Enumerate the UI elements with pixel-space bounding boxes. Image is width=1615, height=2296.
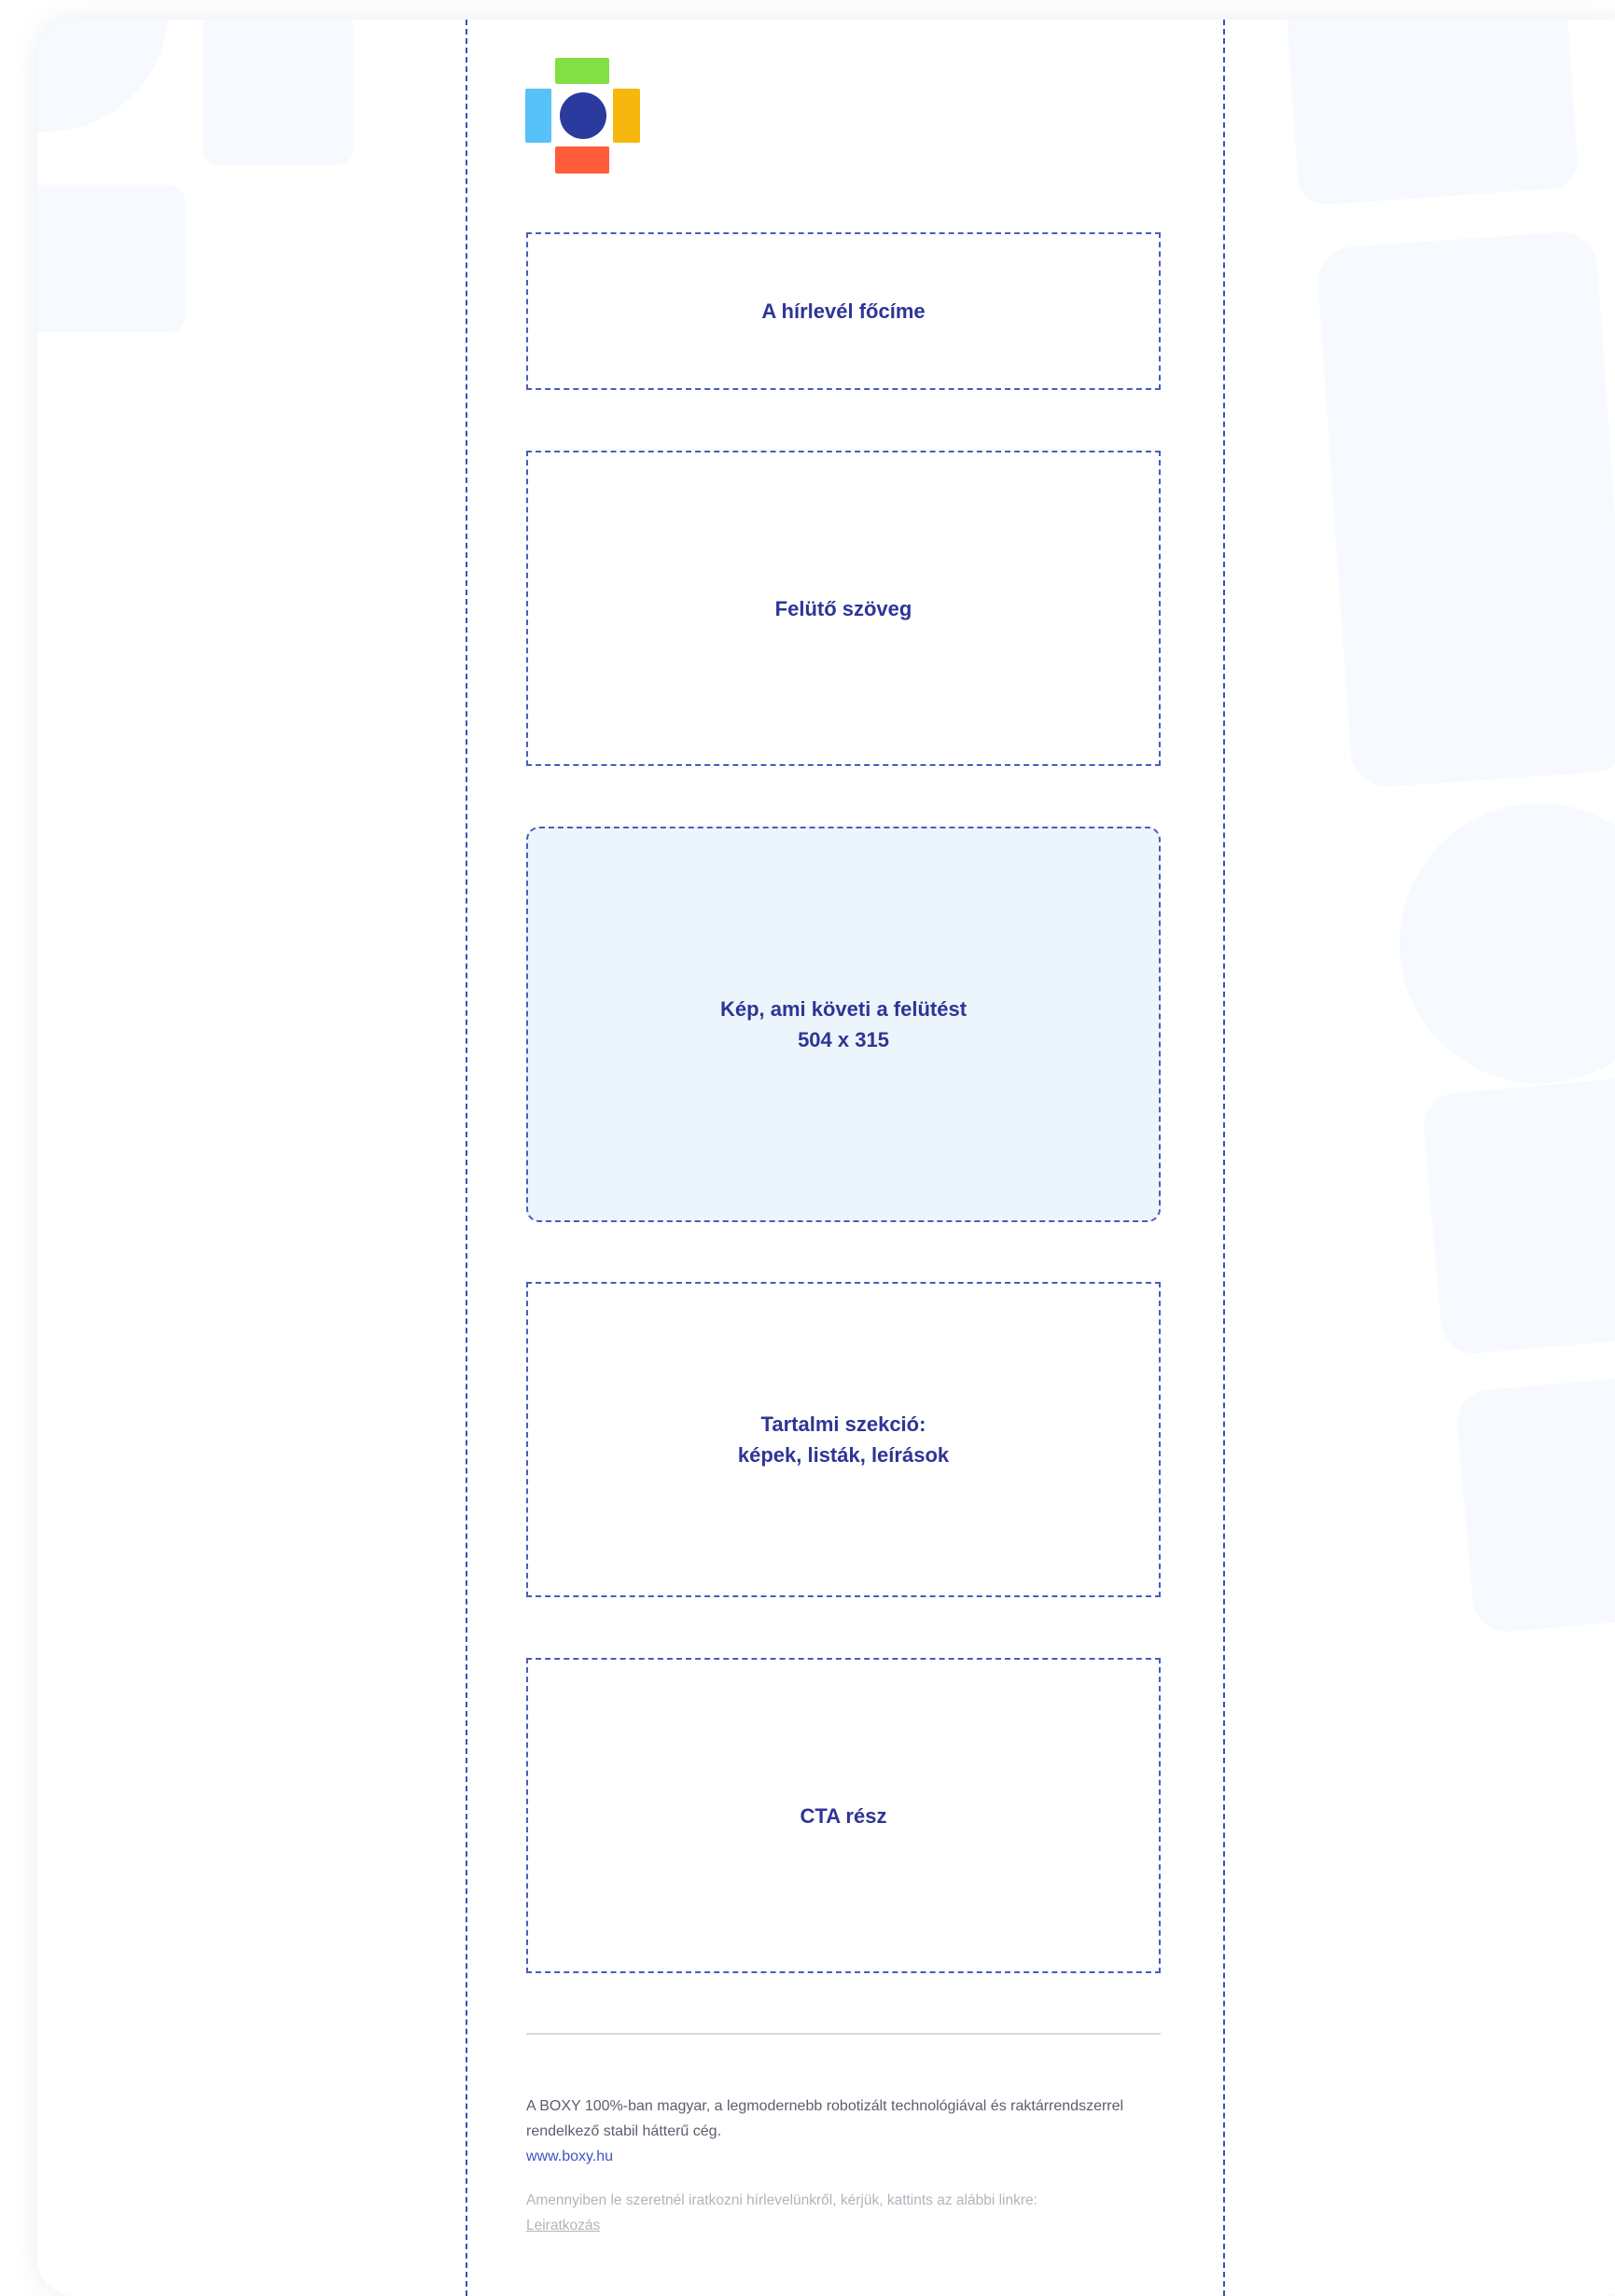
unsubscribe-notice: Amennyiben le szeretnél iratkozni hírlev… [526, 2188, 1161, 2238]
logo-center-circle [560, 92, 606, 139]
lead-text-section: Felütő szöveg [526, 451, 1161, 766]
image-placeholder: Kép, ami követi a felütést 504 x 315 [526, 827, 1161, 1222]
decorative-shape [37, 20, 168, 132]
footer: A BOXY 100%-ban magyar, a legmodernebb r… [526, 2094, 1161, 2238]
decorative-shape [1399, 803, 1615, 1083]
boxy-logo-icon [525, 58, 641, 174]
decorative-shape [37, 185, 185, 332]
website-link[interactable]: www.boxy.hu [526, 2144, 613, 2169]
decorative-shape [1421, 1071, 1615, 1357]
logo-right-block [613, 89, 640, 143]
logo-bottom-block [555, 146, 609, 174]
logo-left-block [525, 89, 551, 143]
company-description: A BOXY 100%-ban magyar, a legmodernebb r… [526, 2098, 1124, 2139]
content-section: Tartalmi szekció: képek, listák, leíráso… [526, 1282, 1161, 1597]
cta-section[interactable]: CTA rész [526, 1658, 1161, 1973]
cta-label: CTA rész [800, 1803, 887, 1828]
image-placeholder-label: Kép, ami követi a felütést 504 x 315 [719, 997, 968, 1051]
headline-label: A hírlevél főcíme [761, 299, 926, 323]
lead-text-label: Felütő szöveg [774, 596, 912, 620]
unsubscribe-text: Amennyiben le szeretnél iratkozni hírlev… [526, 2192, 1037, 2208]
footer-divider [526, 2033, 1161, 2035]
decorative-shape [203, 20, 353, 165]
decorative-shape [1455, 1371, 1615, 1635]
unsubscribe-link[interactable]: Leiratkozás [526, 2218, 600, 2233]
decorative-shape [1316, 230, 1615, 789]
decorative-shape [1285, 20, 1580, 207]
content-section-label: Tartalmi szekció: képek, listák, leíráso… [737, 1412, 950, 1467]
logo-top-block [555, 58, 609, 84]
headline-section: A hírlevél főcíme [526, 232, 1161, 390]
